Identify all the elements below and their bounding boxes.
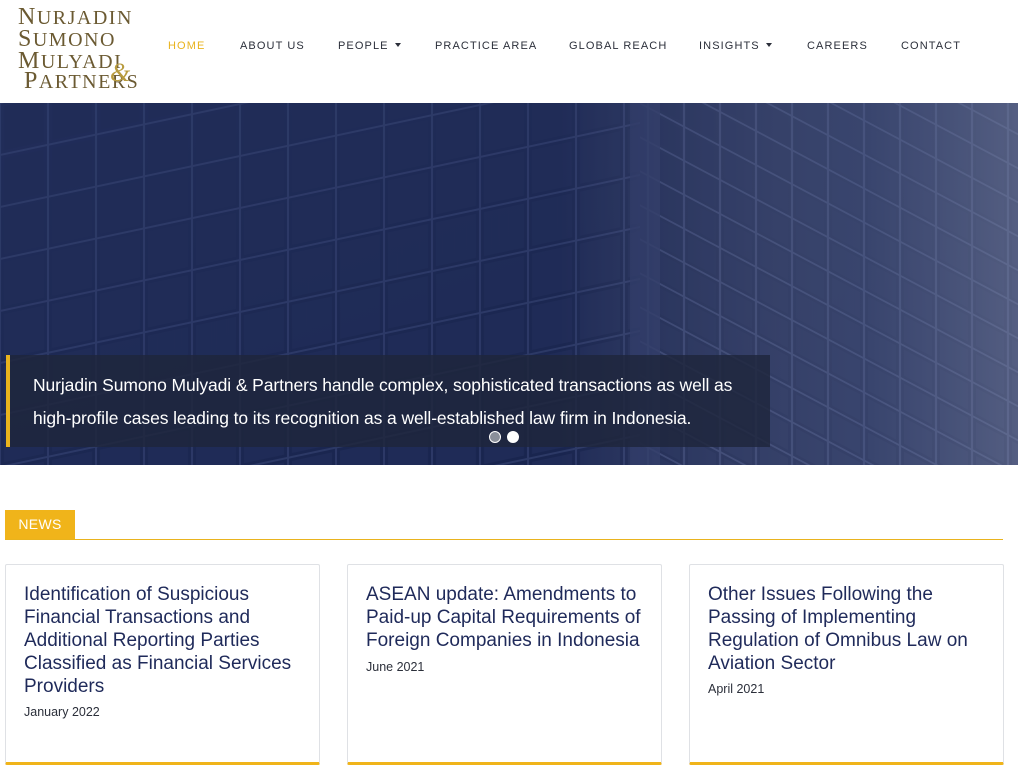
slider-dot-1[interactable] (489, 431, 501, 443)
hero-caption-box: Nurjadin Sumono Mulyadi & Partners handl… (6, 355, 770, 447)
nav-about-us[interactable]: ABOUT US (240, 40, 305, 52)
slider-dot-2-active[interactable] (507, 431, 519, 443)
news-card-date: January 2022 (24, 705, 100, 719)
nav-home[interactable]: HOME (168, 40, 205, 52)
nav-insights-label: INSIGHTS (699, 40, 760, 52)
news-card-date: April 2021 (708, 682, 765, 696)
site-header: NURJADIN SUMONO MULYADI PARTNERS & HOME … (0, 0, 1018, 103)
nav-practice-area[interactable]: PRACTICE AREA (435, 40, 537, 52)
firm-logo[interactable]: NURJADIN SUMONO MULYADI PARTNERS & (18, 4, 138, 93)
logo-line-1: NURJADIN (18, 4, 133, 30)
nav-contact[interactable]: CONTACT (901, 40, 961, 52)
news-card-1[interactable]: Identification of Suspicious Financial T… (5, 564, 320, 765)
hero-caption-text: Nurjadin Sumono Mulyadi & Partners handl… (33, 375, 733, 428)
news-card-title[interactable]: ASEAN update: Amendments to Paid-up Capi… (366, 583, 651, 652)
nav-global-reach[interactable]: GLOBAL REACH (569, 40, 667, 52)
chevron-down-icon (394, 43, 401, 48)
news-card-3[interactable]: Other Issues Following the Passing of Im… (689, 564, 1004, 765)
news-divider (5, 539, 1003, 540)
nav-people-label: PEOPLE (338, 40, 389, 52)
logo-ampersand: & (110, 58, 131, 87)
nav-insights[interactable]: INSIGHTS (699, 40, 772, 52)
news-card-2[interactable]: ASEAN update: Amendments to Paid-up Capi… (347, 564, 662, 765)
hero-slider: Nurjadin Sumono Mulyadi & Partners handl… (0, 103, 1018, 465)
news-card-title[interactable]: Other Issues Following the Passing of Im… (708, 583, 993, 675)
logo-line-2-rest: UMONO (32, 29, 116, 51)
nav-people[interactable]: PEOPLE (338, 40, 401, 52)
chevron-down-icon (765, 43, 772, 48)
news-card-title[interactable]: Identification of Suspicious Financial T… (24, 583, 309, 698)
news-section-label: NEWS (5, 510, 75, 539)
news-card-date: June 2021 (366, 660, 425, 674)
logo-line-1-rest: URJADIN (36, 7, 133, 29)
nav-careers[interactable]: CAREERS (807, 40, 868, 52)
